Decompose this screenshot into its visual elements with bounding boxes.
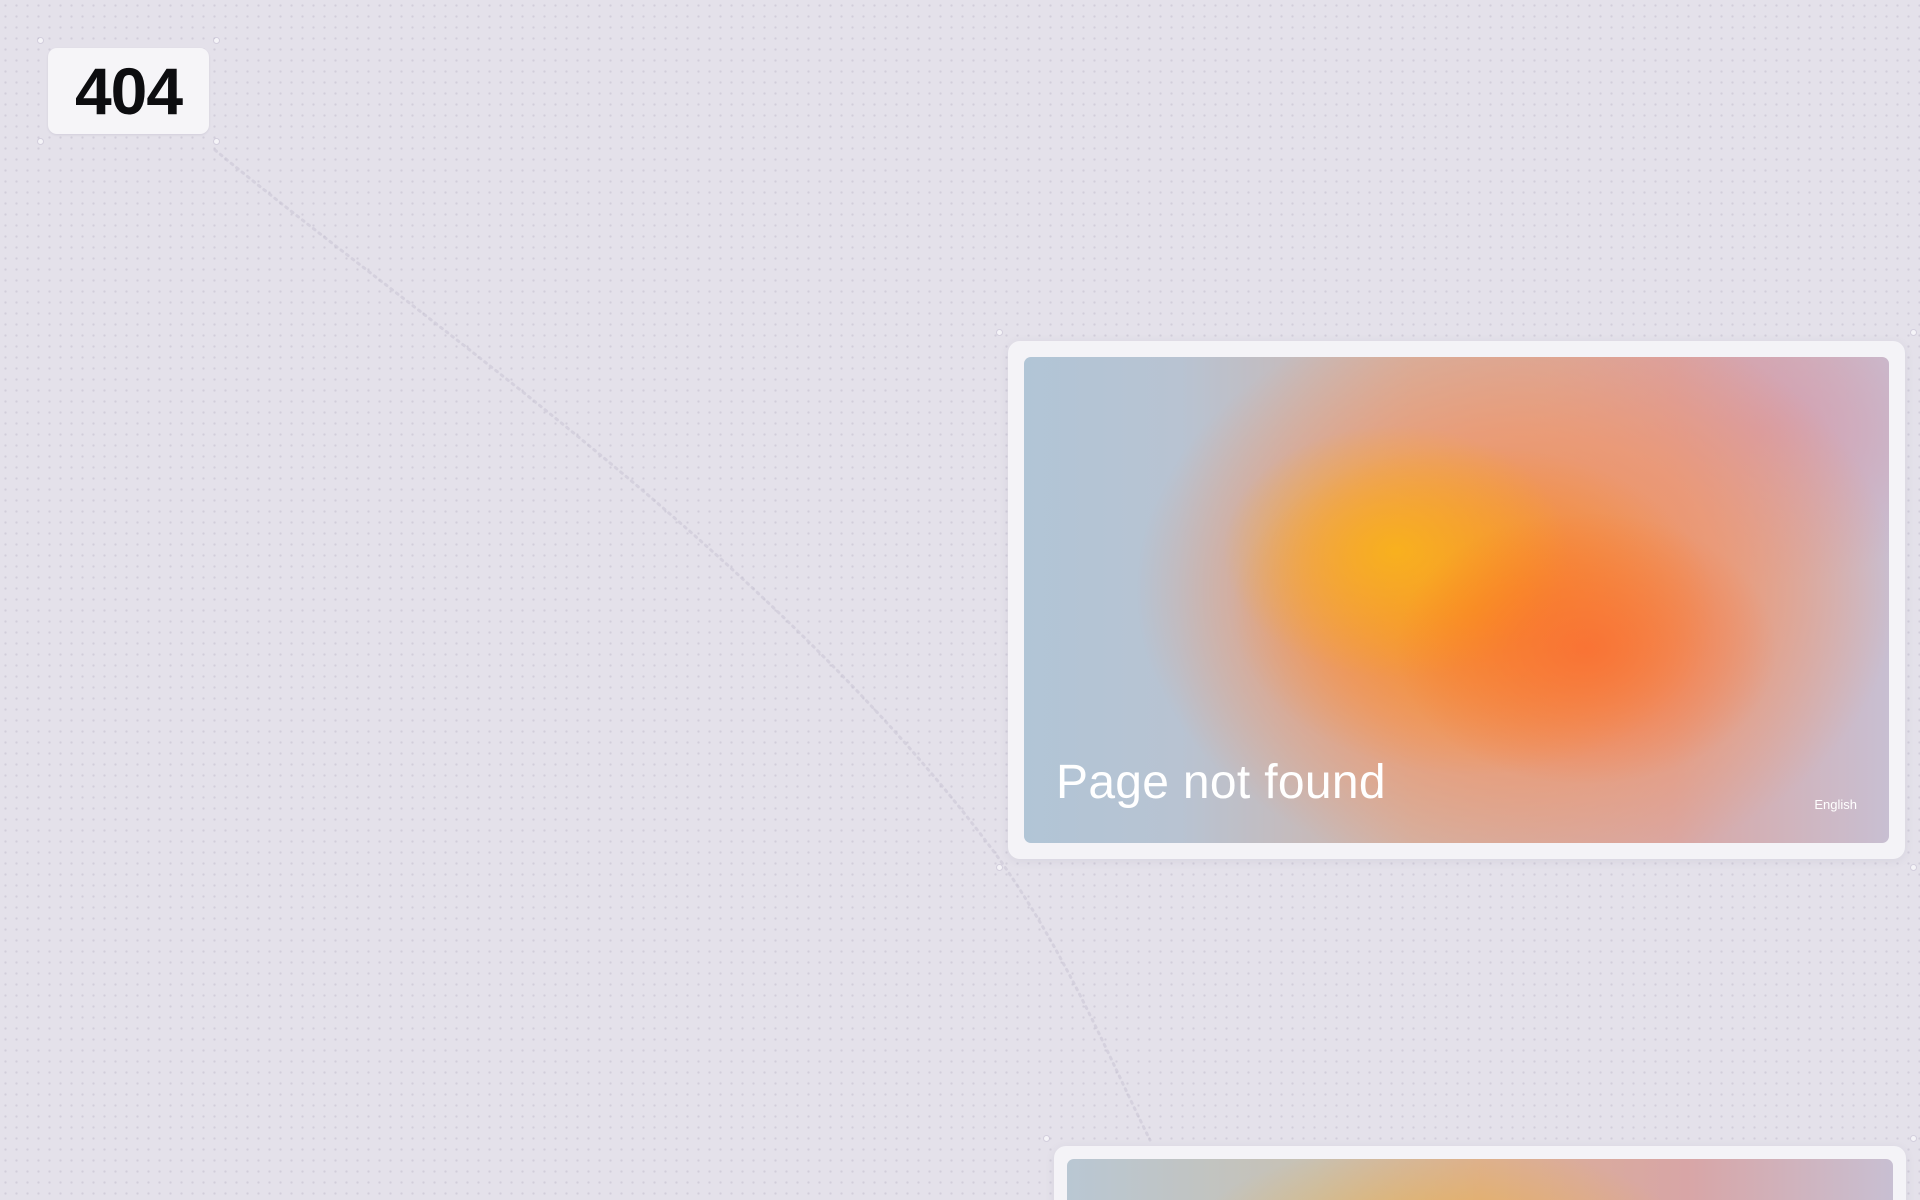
resize-handle-top-left[interactable] bbox=[38, 38, 43, 43]
resize-handle-top-right[interactable] bbox=[1911, 1136, 1916, 1141]
resize-handle-top-right[interactable] bbox=[1911, 330, 1916, 335]
resize-handle-bottom-left[interactable] bbox=[997, 865, 1002, 870]
error-code-badge: 404 bbox=[48, 48, 209, 134]
next-card bbox=[1054, 1146, 1906, 1200]
resize-handle-top-left[interactable] bbox=[1044, 1136, 1049, 1141]
card-node[interactable]: Page not found English bbox=[997, 330, 1916, 870]
resize-handle-top-right[interactable] bbox=[214, 38, 219, 43]
resize-handle-bottom-right[interactable] bbox=[1911, 865, 1916, 870]
resize-handle-bottom-left[interactable] bbox=[38, 139, 43, 144]
error-code-text: 404 bbox=[74, 54, 183, 128]
resize-handle-top-left[interactable] bbox=[997, 330, 1002, 335]
next-card-node[interactable] bbox=[1044, 1136, 1916, 1200]
resize-handle-bottom-right[interactable] bbox=[214, 139, 219, 144]
page-title: Page not found bbox=[1056, 756, 1386, 809]
gradient-background: Page not found English bbox=[1024, 357, 1889, 843]
badge-node[interactable]: 404 bbox=[38, 38, 219, 144]
page-not-found-card: Page not found English bbox=[1008, 341, 1905, 859]
language-label[interactable]: English bbox=[1814, 798, 1857, 811]
next-card-gradient bbox=[1067, 1159, 1893, 1200]
